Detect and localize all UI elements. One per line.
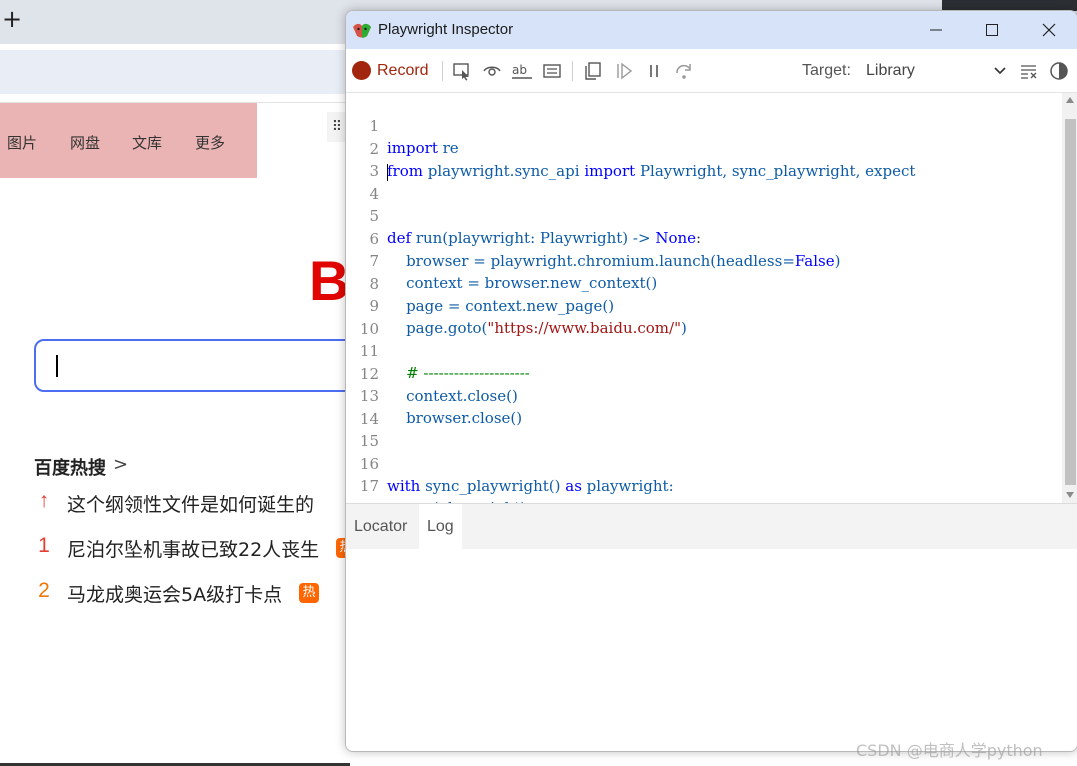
code-line: 16 with sync_playwright() as playwright: bbox=[346, 431, 1062, 495]
minimize-icon bbox=[930, 29, 942, 31]
code-line: 17 run(playwright) bbox=[346, 453, 1062, 517]
theme-toggle-button[interactable] bbox=[1048, 60, 1070, 82]
text-caret bbox=[56, 355, 58, 377]
code-line: 11 # --------------------- bbox=[346, 318, 1062, 382]
hot-search-item[interactable]: 1 尼泊尔坠机事故已致22人丧生 热 bbox=[34, 534, 356, 564]
record-icon[interactable] bbox=[352, 61, 371, 80]
step-over-icon bbox=[676, 64, 691, 79]
pause-button[interactable] bbox=[643, 60, 665, 82]
resume-icon bbox=[617, 62, 633, 80]
code-line: 18 bbox=[346, 476, 1062, 518]
record-button[interactable]: Record bbox=[377, 62, 429, 80]
log-panel bbox=[346, 549, 1077, 751]
apps-grid-icon[interactable]: ⠿ bbox=[327, 112, 347, 142]
tab-locator[interactable]: Locator bbox=[346, 504, 415, 550]
code-line: 14 bbox=[346, 386, 1062, 428]
new-tab-button[interactable]: + bbox=[0, 4, 24, 34]
close-icon bbox=[1042, 23, 1056, 37]
assert-value-icon bbox=[543, 64, 561, 78]
theme-icon bbox=[1050, 62, 1068, 80]
nav-link-more[interactable]: 更多 bbox=[195, 132, 225, 153]
toolbar: Record ab Target: Library bbox=[346, 49, 1077, 93]
pause-icon bbox=[650, 65, 658, 77]
hot-search-title[interactable]: 百度热搜 bbox=[34, 454, 106, 480]
text-caret bbox=[387, 163, 388, 181]
scroll-up-icon[interactable] bbox=[1066, 97, 1074, 103]
scroll-down-icon[interactable] bbox=[1066, 492, 1074, 498]
hot-search-item[interactable]: 2 马龙成奥运会5A级打卡点 热 bbox=[34, 579, 354, 609]
browser-address-bar[interactable] bbox=[0, 50, 350, 94]
bottom-tab-bar: Locator Log bbox=[346, 503, 1077, 550]
pick-locator-button[interactable] bbox=[451, 60, 473, 82]
assert-visibility-button[interactable] bbox=[481, 60, 503, 82]
chevron-right-icon[interactable]: > bbox=[113, 454, 128, 475]
code-line: 8 page = context.new_page() bbox=[346, 251, 1062, 315]
code-line: 3 bbox=[346, 138, 1062, 180]
hot-rank: 1 bbox=[38, 534, 50, 557]
code-line: 12 context.close() bbox=[346, 341, 1062, 405]
nav-link-netdisk[interactable]: 网盘 bbox=[70, 132, 100, 153]
resume-button[interactable] bbox=[613, 60, 635, 82]
toolbar-separator bbox=[572, 61, 573, 81]
scrollbar-thumb[interactable] bbox=[1065, 119, 1076, 485]
code-line: 9 page.goto("https://www.baidu.com/") bbox=[346, 273, 1062, 337]
hot-search-text[interactable]: 马龙成奥运会5A级打卡点 bbox=[67, 580, 282, 607]
clear-icon bbox=[1021, 65, 1037, 79]
nav-link-images[interactable]: 图片 bbox=[7, 132, 37, 153]
nav-link-wenku[interactable]: 文库 bbox=[132, 132, 162, 153]
code-line: 6 browser = playwright.chromium.launch(h… bbox=[346, 206, 1062, 270]
code-line: 15 bbox=[346, 408, 1062, 450]
step-over-button[interactable] bbox=[673, 60, 695, 82]
playwright-inspector-window: Playwright Inspector Record ab Target: L… bbox=[345, 10, 1077, 752]
hot-search-item[interactable]: ↑ 这个纲领性文件是如何诞生的 bbox=[34, 489, 354, 519]
maximize-icon bbox=[986, 24, 998, 36]
chevron-down-icon[interactable] bbox=[992, 63, 1008, 79]
window-title: Playwright Inspector bbox=[378, 21, 514, 38]
assert-value-button[interactable] bbox=[541, 60, 563, 82]
code-editor[interactable]: 1 import re 2 from playwright.sync_api i… bbox=[346, 93, 1062, 518]
vertical-scrollbar[interactable] bbox=[1062, 93, 1077, 503]
code-line: 4 bbox=[346, 161, 1062, 203]
eye-icon bbox=[483, 66, 501, 76]
toolbar-separator bbox=[442, 61, 443, 81]
hot-search-text[interactable]: 这个纲领性文件是如何诞生的 bbox=[67, 490, 314, 517]
baidu-top-nav: 图片 网盘 文库 更多 bbox=[0, 103, 257, 178]
code-line: 7 context = browser.new_context() bbox=[346, 228, 1062, 292]
target-label: Target: bbox=[802, 62, 851, 79]
copy-button[interactable] bbox=[582, 60, 604, 82]
svg-text:ab: ab bbox=[512, 63, 527, 77]
baidu-logo: B bbox=[309, 249, 350, 312]
title-bar[interactable]: Playwright Inspector bbox=[346, 11, 1077, 49]
close-button[interactable] bbox=[1021, 11, 1077, 49]
playwright-logo-icon bbox=[353, 23, 371, 38]
code-line: 10 bbox=[346, 296, 1062, 338]
clear-button[interactable] bbox=[1018, 60, 1040, 82]
code-line: 1 import re bbox=[346, 93, 1062, 157]
code-line: 13 browser.close() bbox=[346, 363, 1062, 427]
code-line: 5 def run(playwright: Playwright) -> Non… bbox=[346, 183, 1062, 247]
hot-search-text[interactable]: 尼泊尔坠机事故已致22人丧生 bbox=[67, 535, 319, 562]
assert-text-icon: ab bbox=[512, 63, 532, 79]
baidu-search-input[interactable] bbox=[34, 339, 364, 392]
watermark: CSDN @电商人学python bbox=[856, 741, 1043, 760]
maximize-button[interactable] bbox=[964, 11, 1020, 49]
hot-rank: 2 bbox=[38, 579, 50, 602]
copy-icon bbox=[585, 62, 601, 80]
assert-text-button[interactable]: ab bbox=[511, 60, 533, 82]
target-language-select[interactable]: Library bbox=[866, 62, 1012, 84]
minimize-button[interactable] bbox=[908, 11, 964, 49]
desktop: + 图片 网盘 文库 更多 ⠿ B 百度热搜 > ↑ 这个纲领性文件是如何诞生的… bbox=[0, 0, 1077, 766]
arrow-up-icon: ↑ bbox=[38, 489, 50, 512]
tab-log[interactable]: Log bbox=[419, 504, 462, 550]
hot-badge: 热 bbox=[299, 583, 319, 603]
pick-locator-icon bbox=[453, 63, 469, 81]
code-line: 2 from playwright.sync_api import Playwr… bbox=[346, 116, 1062, 180]
